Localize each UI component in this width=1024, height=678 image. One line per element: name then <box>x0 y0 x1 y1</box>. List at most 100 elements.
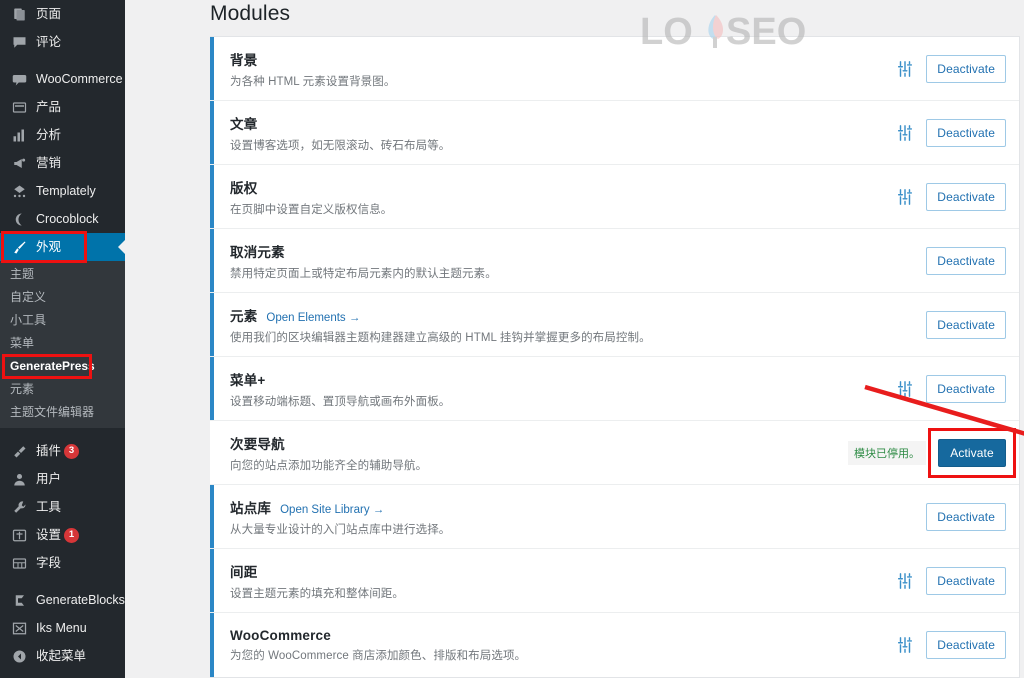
sidebar-item-label: 外观 <box>36 239 62 254</box>
module-title: 背景 <box>230 52 258 68</box>
sidebar-item-templately[interactable]: Templately <box>0 177 125 205</box>
products-icon <box>9 98 29 116</box>
admin-sidebar: 页面评论 WooCommerce 产品 分析营销 Templately Crocobloc… <box>0 0 125 678</box>
submenu-item-自定义[interactable]: 自定义 <box>0 286 125 309</box>
deactivate-button[interactable]: Deactivate <box>926 502 1006 531</box>
module-status-note: 模块已停用。 <box>848 440 926 465</box>
module-actions: Deactivate <box>896 118 1006 147</box>
module-settings-sliders-icon[interactable] <box>896 124 914 142</box>
module-actions: Deactivate <box>926 310 1006 339</box>
main-content: Modules LO SEO 背景 为各种 HTML 元素设置背景图。 Deacti… <box>125 0 1024 678</box>
sidebar-item-label: 评论 <box>36 34 62 49</box>
wordpress-admin-screen: 页面评论 WooCommerce 产品 分析营销 Templately Crocobloc… <box>0 0 1024 678</box>
module-action-wrap: Deactivate <box>926 182 1006 211</box>
active-indicator-bar <box>210 549 214 613</box>
module-title: 菜单+ <box>230 372 266 388</box>
submenu-item-菜单[interactable]: 菜单 <box>0 332 125 355</box>
module-row-5: 菜单+ 设置移动端标题、置顶导航或画布外面板。 Deactivate <box>210 357 1019 422</box>
collapse-menu-icon <box>9 647 29 665</box>
deactivate-button[interactable]: Deactivate <box>926 310 1006 339</box>
module-title: 取消元素 <box>230 244 285 260</box>
deactivate-button[interactable]: Deactivate <box>926 182 1006 211</box>
module-description: 设置移动端标题、置顶导航或画布外面板。 <box>230 395 451 408</box>
module-info: 背景 为各种 HTML 元素设置背景图。 <box>210 49 896 89</box>
sidebar-item-用户[interactable]: 用户 <box>0 465 125 493</box>
sidebar-item-工具[interactable]: 工具 <box>0 493 125 521</box>
sidebar-item-crocoblock[interactable]: Crocoblock <box>0 205 125 233</box>
module-action-wrap: Deactivate <box>926 502 1006 531</box>
submenu-item-主题[interactable]: 主题 <box>0 263 125 286</box>
module-row-4: 元素 Open Elements → 使用我们的区块编辑器主题构建器建立高级的 HT… <box>210 293 1019 358</box>
module-info: WooCommerce 为您的 WooCommerce 商店添加颜色、排版和布局选… <box>210 628 896 663</box>
sidebar-item-设置[interactable]: 设置 1 <box>0 521 125 549</box>
module-settings-sliders-icon[interactable] <box>896 572 914 590</box>
sidebar-item-label: 页面 <box>36 6 62 21</box>
sidebar-item-分析[interactable]: 分析 <box>0 121 125 149</box>
module-actions: Deactivate <box>926 246 1006 275</box>
module-title: 元素 <box>230 308 258 324</box>
module-title: 间距 <box>230 564 258 580</box>
sidebar-item-label: Iks Menu <box>36 620 87 635</box>
module-info: 元素 Open Elements → 使用我们的区块编辑器主题构建器建立高级的 HT… <box>210 305 926 345</box>
deactivate-button[interactable]: Deactivate <box>926 246 1006 275</box>
plugins-plug-icon <box>9 442 29 460</box>
module-actions: Deactivate <box>896 566 1006 595</box>
sidebar-item-label: 工具 <box>36 499 62 514</box>
module-settings-sliders-icon[interactable] <box>896 380 914 398</box>
iks-menu-icon <box>9 619 29 637</box>
page-title: Modules <box>210 2 291 25</box>
submenu-item-元素[interactable]: 元素 <box>0 378 125 401</box>
module-open-link[interactable]: Open Site Library → <box>280 504 384 516</box>
module-title: 站点库 <box>230 500 272 516</box>
sidebar-item-字段[interactable]: 字段 <box>0 549 125 577</box>
module-action-wrap: Deactivate <box>926 246 1006 275</box>
module-info: 取消元素 禁用特定页面上或特定布局元素内的默认主题元素。 <box>210 241 926 281</box>
sidebar-item-评论[interactable]: 评论 <box>0 28 125 56</box>
module-info: 菜单+ 设置移动端标题、置顶导航或画布外面板。 <box>210 369 896 409</box>
deactivate-button[interactable]: Deactivate <box>926 374 1006 403</box>
module-actions: Deactivate <box>896 182 1006 211</box>
module-info: 站点库 Open Site Library → 从大量专业设计的入门站点库中进行选择… <box>210 497 926 537</box>
module-description: 设置主题元素的填充和整体间距。 <box>230 587 404 600</box>
sidebar-item-label: 营销 <box>36 155 62 170</box>
sidebar-item-插件[interactable]: 插件 3 <box>0 437 125 465</box>
sidebar-item-generateblocks[interactable]: GenerateBlocks <box>0 586 125 614</box>
active-indicator-bar <box>210 165 214 229</box>
tools-wrench-icon <box>9 498 29 516</box>
submenu-item-主题文件编辑器[interactable]: 主题文件编辑器 <box>0 401 125 424</box>
module-row-2: 版权 在页脚中设置自定义版权信息。 Deactivate <box>210 165 1019 230</box>
current-menu-arrow <box>118 239 125 255</box>
module-action-wrap: Deactivate <box>926 54 1006 83</box>
module-row-0: 背景 为各种 HTML 元素设置背景图。 Deactivate <box>210 37 1019 102</box>
deactivate-button[interactable]: Deactivate <box>926 54 1006 83</box>
sidebar-item-label: GenerateBlocks <box>36 592 125 607</box>
sidebar-item-woocommerce[interactable]: WooCommerce <box>0 65 125 93</box>
sidebar-item-营销[interactable]: 营销 <box>0 149 125 177</box>
module-row-3: 取消元素 禁用特定页面上或特定布局元素内的默认主题元素。 Deactivate <box>210 229 1019 294</box>
module-actions: 模块已停用。 Activate <box>848 427 1016 478</box>
module-row-8: 间距设置主题元素的填充和整体间距。 Deactivate <box>210 549 1019 614</box>
settings-sliders-icon <box>9 526 29 544</box>
module-settings-sliders-icon[interactable] <box>896 188 914 206</box>
active-indicator-bar <box>210 293 214 357</box>
module-open-link[interactable]: Open Elements → <box>266 312 360 324</box>
deactivate-button[interactable]: Deactivate <box>926 118 1006 147</box>
sidebar-badge: 3 <box>64 443 80 459</box>
activate-button[interactable]: Activate <box>938 438 1006 467</box>
active-indicator-bar <box>210 421 214 484</box>
module-settings-sliders-icon[interactable] <box>896 60 914 78</box>
module-info: 间距设置主题元素的填充和整体间距。 <box>210 561 896 601</box>
submenu-item-小工具[interactable]: 小工具 <box>0 309 125 332</box>
deactivate-button[interactable]: Deactivate <box>926 566 1006 595</box>
users-icon <box>9 470 29 488</box>
sidebar-item-iks-menu[interactable]: Iks Menu <box>0 614 125 642</box>
sidebar-item-外观[interactable]: 外观 <box>0 233 125 261</box>
modules-panel: 背景 为各种 HTML 元素设置背景图。 Deactivate 文章 设置博客选项，如无… <box>210 36 1020 678</box>
sidebar-item-产品[interactable]: 产品 <box>0 93 125 121</box>
sidebar-item-收起菜单[interactable]: 收起菜单 <box>0 642 125 670</box>
deactivate-button[interactable]: Deactivate <box>926 631 1006 660</box>
module-row-6: 次要导航 向您的站点添加功能齐全的辅助导航。 模块已停用。 Activate <box>210 421 1019 486</box>
submenu-item-generatepress[interactable]: GeneratePress <box>0 355 125 378</box>
module-settings-sliders-icon[interactable] <box>896 636 914 654</box>
sidebar-item-页面[interactable]: 页面 <box>0 0 125 28</box>
